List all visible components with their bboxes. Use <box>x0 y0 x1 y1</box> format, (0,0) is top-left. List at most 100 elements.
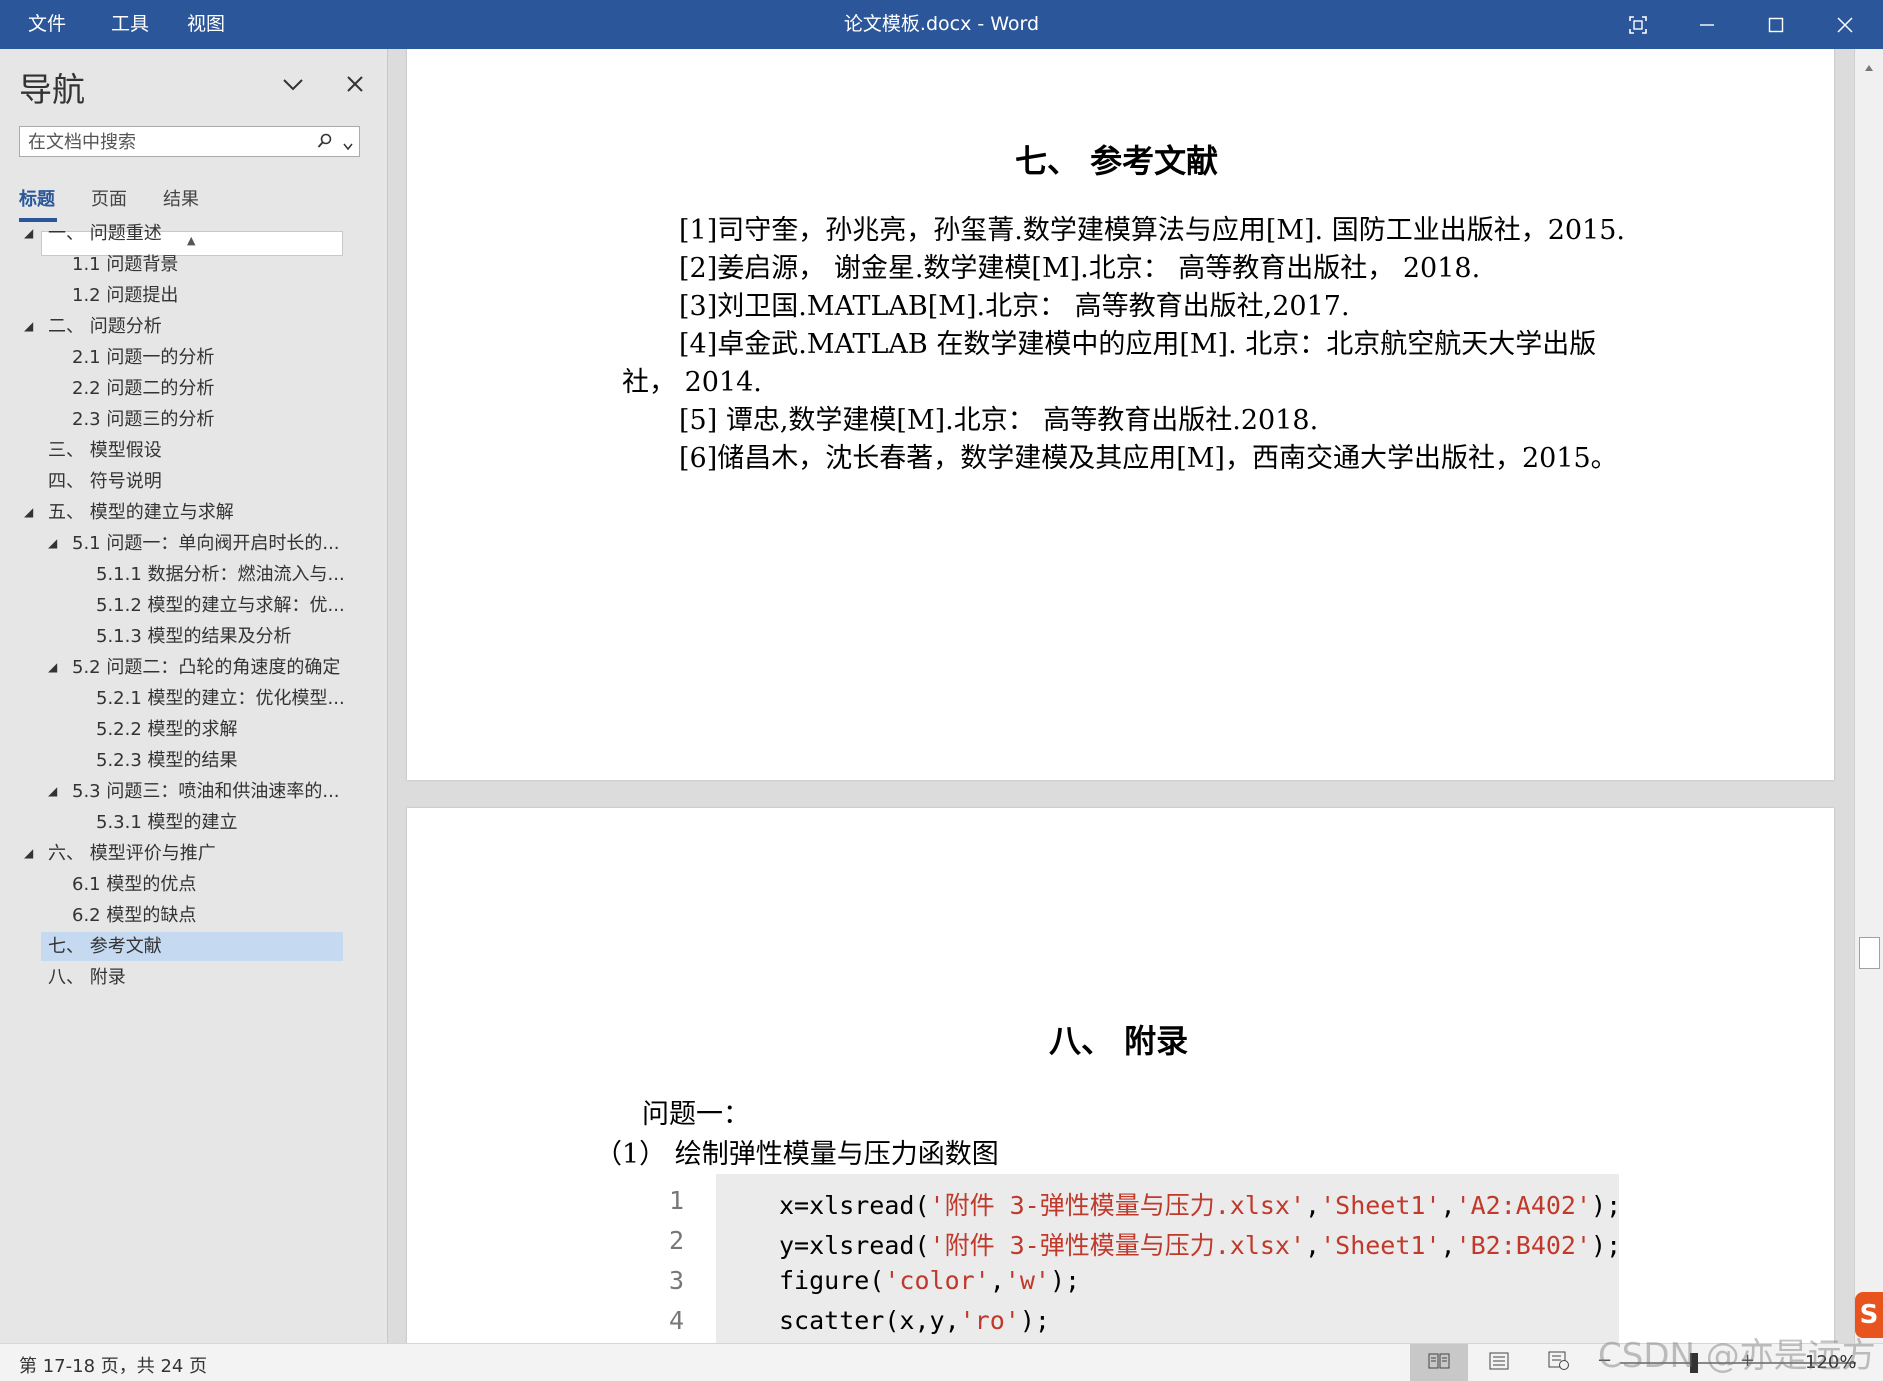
read-mode-button[interactable] <box>1410 1344 1468 1381</box>
outline-item[interactable]: 三、 模型假设 <box>0 436 387 465</box>
outline-item[interactable]: 5.1.3 模型的结果及分析 <box>0 622 387 651</box>
outline-item[interactable]: ◢ 六、 模型评价与推广 <box>0 839 387 868</box>
outline-item[interactable]: 5.2.2 模型的求解 <box>0 715 387 744</box>
outline-item-label: 四、 符号说明 <box>48 471 162 492</box>
code-token: , <box>1305 1191 1321 1220</box>
maximize-icon <box>1768 17 1784 33</box>
outline-item[interactable]: 2.2 问题二的分析 <box>0 374 387 403</box>
code-string: '附件 3-弹性模量与压力.xlsx' <box>929 1191 1306 1220</box>
print-layout-button[interactable] <box>1470 1344 1528 1381</box>
code-token: figure( <box>779 1266 885 1295</box>
expand-caret-icon[interactable]: ◢ <box>24 839 33 868</box>
minimize-icon <box>1699 17 1715 33</box>
code-token: ); <box>1019 1306 1050 1335</box>
outline-item-label: 6.2 模型的缺点 <box>72 905 197 926</box>
outline-item-label: 5.1 问题一：单向阀开启时长的... <box>72 533 340 554</box>
code-token: scatter(x,y, <box>779 1306 960 1335</box>
web-layout-button[interactable] <box>1530 1344 1588 1381</box>
code-line: x=xlsread('附件 3-弹性模量与压力.xlsx','Sheet1','… <box>779 1186 1621 1222</box>
menu-file[interactable]: 文件 <box>28 0 66 49</box>
outline-item[interactable]: 5.2.1 模型的建立：优化模型... <box>0 684 387 713</box>
outline-item[interactable]: 6.1 模型的优点 <box>0 870 387 899</box>
outline-item[interactable]: ◢ 5.1 问题一：单向阀开启时长的... <box>0 529 387 558</box>
maximize-button[interactable] <box>1742 0 1810 49</box>
tab-results[interactable]: 结果 <box>163 185 199 211</box>
close-icon <box>340 76 370 103</box>
web-layout-icon <box>1548 1351 1570 1375</box>
close-window-button[interactable] <box>1811 0 1879 49</box>
code-token: ); <box>1591 1231 1622 1260</box>
outline-item-label: 5.2.3 模型的结果 <box>96 750 238 771</box>
outline-item[interactable]: ◢ 5.2 问题二：凸轮的角速度的确定 <box>0 653 387 682</box>
reference-item: [4]卓金武.MATLAB 在数学建模中的应用[M]. 北京：北京航空航天大学出… <box>679 329 1597 360</box>
outline-item[interactable]: ◢ 一、 问题重述 <box>0 219 387 248</box>
outline-item[interactable]: 四、 符号说明 <box>0 467 387 496</box>
vertical-scrollbar[interactable] <box>1854 49 1883 1343</box>
read-mode-icon <box>1428 1352 1450 1374</box>
expand-caret-icon[interactable]: ◢ <box>24 498 33 527</box>
outline-item-label: 5.1.1 数据分析：燃油流入与... <box>96 564 345 585</box>
code-string: 'B2:B402' <box>1455 1231 1592 1260</box>
outline-item-label: 1.1 问题背景 <box>72 254 179 275</box>
outline-item-label: 1.2 问题提出 <box>72 285 179 306</box>
nav-close-button[interactable] <box>340 69 370 99</box>
expand-caret-icon[interactable]: ◢ <box>48 777 57 806</box>
minimize-button[interactable] <box>1673 0 1741 49</box>
outline-item[interactable]: 5.2.3 模型的结果 <box>0 746 387 775</box>
expand-caret-icon[interactable]: ◢ <box>24 219 33 248</box>
outline-item[interactable]: ◢ 二、 问题分析 <box>0 312 387 341</box>
expand-caret-icon[interactable]: ◢ <box>48 653 57 682</box>
expand-caret-icon[interactable]: ◢ <box>48 529 57 558</box>
outline-item[interactable]: ◢ 五、 模型的建立与求解 <box>0 498 387 527</box>
code-string: 'ro' <box>959 1306 1020 1335</box>
code-token: ); <box>1591 1191 1622 1220</box>
input-method-logo-icon: S <box>1855 1292 1883 1338</box>
page-count: 第 17-18 页，共 24 页 <box>19 1356 208 1377</box>
outline-item[interactable]: 5.3.1 模型的建立 <box>0 808 387 837</box>
appendix-subtitle: （1） 绘制弹性模量与压力函数图 <box>595 1139 999 1170</box>
outline-item[interactable]: 2.3 问题三的分析 <box>0 405 387 434</box>
tab-headings[interactable]: 标题 <box>19 185 55 211</box>
nav-options-button[interactable] <box>278 69 308 99</box>
tab-pages[interactable]: 页面 <box>91 185 127 211</box>
outline-item[interactable]: 5.1.2 模型的建立与求解：优... <box>0 591 387 620</box>
outline-item[interactable]: 1.1 问题背景 <box>0 250 387 279</box>
outline-item[interactable]: 1.2 问题提出 <box>0 281 387 310</box>
code-string: 'Sheet1' <box>1320 1191 1441 1220</box>
search-dropdown-icon[interactable] <box>343 136 353 155</box>
expand-caret-icon[interactable]: ◢ <box>24 312 33 341</box>
document-page-18[interactable]: 八、 附录 问题一： （1） 绘制弹性模量与压力函数图 1 x=xlsread('… <box>407 808 1834 1343</box>
code-string: 'Sheet1' <box>1320 1231 1441 1260</box>
chevron-down-icon <box>278 79 308 103</box>
focus-mode-button[interactable] <box>1604 0 1672 49</box>
section-heading-references: 七、 参考文献 <box>1015 142 1219 180</box>
search-box[interactable] <box>19 126 360 157</box>
code-token: , <box>989 1266 1005 1295</box>
outline-item[interactable]: ◢ 5.3 问题三：喷油和供油速率的... <box>0 777 387 806</box>
menu-tools[interactable]: 工具 <box>111 0 149 49</box>
document-page-17[interactable]: 七、 参考文献 [1]司守奎，孙兆亮，孙玺菁.数学建模算法与应用[M]. 国防工… <box>407 49 1834 780</box>
code-line: scatter(x,y,'ro'); <box>779 1306 1050 1335</box>
outline-item[interactable]: 2.1 问题一的分析 <box>0 343 387 372</box>
outline-item[interactable]: 5.1.1 数据分析：燃油流入与... <box>0 560 387 589</box>
title-bar: 文件 工具 视图 论文模板.docx - Word <box>0 0 1883 49</box>
menu-view[interactable]: 视图 <box>187 0 225 49</box>
scroll-up-icon[interactable] <box>1864 57 1874 76</box>
navigation-pane: 导航 标题 页面 结果 ▲ ◢一、 问题重述1.1 问题背景1.2 问题提出◢二… <box>0 49 388 1343</box>
code-string: '附件 3-弹性模量与压力.xlsx' <box>929 1231 1306 1260</box>
code-token: y=xlsread( <box>779 1231 930 1260</box>
outline-item-label: 5.3 问题三：喷油和供油速率的... <box>72 781 340 802</box>
outline-item[interactable]: 6.2 模型的缺点 <box>0 901 387 930</box>
outline-item-label: 八、 附录 <box>48 967 126 988</box>
document-area[interactable]: 七、 参考文献 [1]司守奎，孙兆亮，孙玺菁.数学建模算法与应用[M]. 国防工… <box>388 49 1854 1343</box>
window-title: 论文模板.docx - Word <box>843 13 1040 35</box>
reference-item: [5] 谭忠,数学建模[M].北京： 高等教育出版社.2018. <box>679 405 1319 436</box>
code-token: , <box>1305 1231 1321 1260</box>
search-icon[interactable] <box>317 133 333 153</box>
section-heading-appendix: 八、 附录 <box>1049 1022 1189 1060</box>
outline-item[interactable]: 八、 附录 <box>0 963 387 992</box>
scrollbar-thumb[interactable] <box>1859 937 1880 969</box>
search-input[interactable] <box>26 130 330 154</box>
outline-item-label: 三、 模型假设 <box>48 440 162 461</box>
outline-item[interactable]: 七、 参考文献 <box>41 932 343 961</box>
